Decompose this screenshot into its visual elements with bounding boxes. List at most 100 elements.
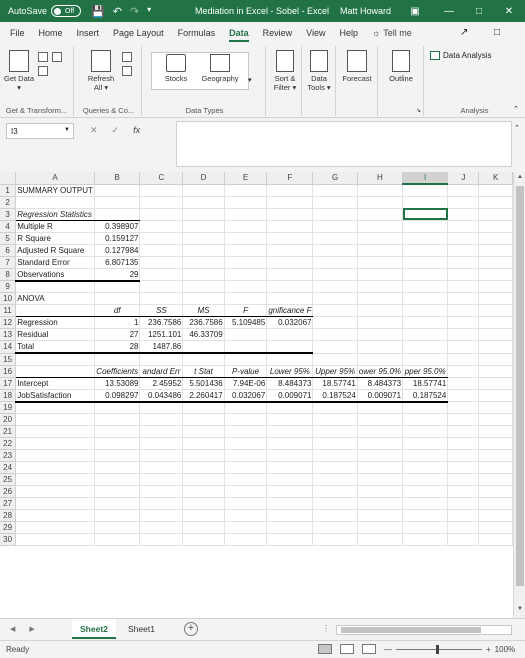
tab-file[interactable]: File bbox=[10, 25, 25, 41]
cell-g30[interactable] bbox=[312, 533, 358, 546]
cell-a7[interactable]: Standard Error bbox=[15, 256, 95, 269]
cell-a26[interactable] bbox=[15, 485, 95, 498]
cell-k28[interactable] bbox=[478, 509, 513, 522]
cell-g12[interactable] bbox=[312, 316, 358, 329]
geography-button[interactable]: Geography bbox=[198, 54, 242, 83]
cell-f6[interactable] bbox=[266, 244, 314, 257]
cell-d18[interactable]: 2.260417 bbox=[182, 389, 225, 403]
select-all-corner[interactable] bbox=[0, 172, 17, 185]
cell-f8[interactable] bbox=[266, 268, 314, 281]
row-header[interactable]: 9 bbox=[0, 280, 17, 293]
cell-b14[interactable]: 28 bbox=[94, 340, 141, 354]
cell-k2[interactable] bbox=[478, 196, 513, 209]
cell-a1[interactable]: SUMMARY OUTPUT bbox=[15, 184, 95, 197]
cell-g18[interactable]: 0.187524 bbox=[312, 389, 358, 403]
row-header[interactable]: 15 bbox=[0, 353, 17, 366]
cell-f2[interactable] bbox=[266, 196, 314, 209]
cell-d16[interactable]: t Stat bbox=[182, 365, 225, 378]
cell-d4[interactable] bbox=[182, 220, 225, 233]
cell-f11[interactable]: gnificance F bbox=[266, 304, 314, 317]
cell-h24[interactable] bbox=[357, 461, 404, 474]
cell-b8[interactable]: 29 bbox=[94, 268, 141, 282]
cell-g10[interactable] bbox=[312, 292, 358, 305]
cell-k24[interactable] bbox=[478, 461, 513, 474]
page-layout-view-icon[interactable] bbox=[340, 644, 354, 654]
cell-j1[interactable] bbox=[447, 184, 480, 197]
comments-icon[interactable]: □ bbox=[494, 27, 500, 38]
cell-k20[interactable] bbox=[478, 413, 513, 426]
zoom-knob[interactable] bbox=[436, 645, 439, 654]
queries-connections-icon[interactable] bbox=[122, 52, 132, 62]
cell-i25[interactable] bbox=[402, 473, 449, 486]
cell-e9[interactable] bbox=[224, 280, 268, 293]
redo-icon[interactable]: ↷ bbox=[130, 5, 139, 18]
cell-h18[interactable]: 0.009071 bbox=[357, 389, 404, 403]
cell-d24[interactable] bbox=[182, 461, 225, 474]
cell-g26[interactable] bbox=[312, 485, 358, 498]
share-icon[interactable]: ↗ bbox=[460, 27, 468, 38]
cell-f14[interactable] bbox=[266, 340, 314, 354]
cell-f23[interactable] bbox=[266, 449, 314, 462]
row-header[interactable]: 19 bbox=[0, 401, 17, 414]
scroll-down-icon[interactable]: ▼ bbox=[514, 606, 525, 616]
cell-j22[interactable] bbox=[447, 437, 480, 450]
dialog-launcher-icon[interactable]: ↘ bbox=[416, 107, 421, 114]
cell-i1[interactable] bbox=[402, 184, 449, 197]
cell-c3[interactable] bbox=[139, 208, 184, 221]
cell-i21[interactable] bbox=[402, 425, 449, 438]
cell-e20[interactable] bbox=[224, 413, 268, 426]
cell-d7[interactable] bbox=[182, 256, 225, 269]
cell-j30[interactable] bbox=[447, 533, 480, 546]
cell-a16[interactable] bbox=[15, 365, 95, 378]
data-analysis-button[interactable]: Data Analysis bbox=[430, 51, 491, 60]
cell-g5[interactable] bbox=[312, 232, 358, 245]
cell-e18[interactable]: 0.032067 bbox=[224, 389, 268, 403]
cell-d10[interactable] bbox=[182, 292, 225, 305]
undo-icon[interactable]: ↶ bbox=[113, 5, 122, 18]
cell-b12[interactable]: 1 bbox=[94, 316, 141, 329]
cell-i30[interactable] bbox=[402, 533, 449, 546]
enter-icon[interactable]: ✓ bbox=[112, 125, 120, 136]
cell-j12[interactable] bbox=[447, 316, 480, 329]
cell-i29[interactable] bbox=[402, 521, 449, 534]
row-header[interactable]: 6 bbox=[0, 244, 17, 257]
cell-k27[interactable] bbox=[478, 497, 513, 510]
cell-i3[interactable] bbox=[402, 208, 449, 221]
cell-h22[interactable] bbox=[357, 437, 404, 450]
cell-a3[interactable]: Regression Statistics bbox=[15, 208, 95, 221]
cell-i11[interactable] bbox=[402, 304, 449, 317]
data-tools-button[interactable]: Data Tools ▾ bbox=[304, 50, 334, 92]
cell-g22[interactable] bbox=[312, 437, 358, 450]
cell-d29[interactable] bbox=[182, 521, 225, 534]
row-header[interactable]: 14 bbox=[0, 340, 17, 354]
ribbon-display-icon[interactable]: ▣ bbox=[400, 0, 430, 22]
cell-a30[interactable] bbox=[15, 533, 95, 546]
cell-j26[interactable] bbox=[447, 485, 480, 498]
cell-g15[interactable] bbox=[312, 353, 358, 366]
cell-e14[interactable] bbox=[224, 340, 268, 354]
cell-b20[interactable] bbox=[94, 413, 141, 426]
cell-c4[interactable] bbox=[139, 220, 184, 233]
cell-j19[interactable] bbox=[447, 401, 480, 414]
cell-c18[interactable]: 0.043486 bbox=[139, 389, 184, 403]
sheet-tab-sheet1[interactable]: Sheet1 bbox=[120, 619, 163, 639]
cell-i27[interactable] bbox=[402, 497, 449, 510]
normal-view-icon[interactable] bbox=[318, 644, 332, 654]
cell-h7[interactable] bbox=[357, 256, 404, 269]
cell-c23[interactable] bbox=[139, 449, 184, 462]
cell-e16[interactable]: P-value bbox=[224, 365, 268, 378]
column-header-j[interactable]: J bbox=[447, 172, 480, 185]
cell-d13[interactable]: 46.33709 bbox=[182, 328, 225, 341]
cell-f4[interactable] bbox=[266, 220, 314, 233]
tab-insert[interactable]: Insert bbox=[77, 25, 100, 41]
row-header[interactable]: 10 bbox=[0, 292, 17, 305]
cell-e24[interactable] bbox=[224, 461, 268, 474]
cell-b2[interactable] bbox=[94, 196, 141, 209]
cell-h29[interactable] bbox=[357, 521, 404, 534]
cell-c12[interactable]: 236.7586 bbox=[139, 316, 184, 329]
cell-a6[interactable]: Adjusted R Square bbox=[15, 244, 95, 257]
cell-e13[interactable] bbox=[224, 328, 268, 341]
cell-c13[interactable]: 1251.101 bbox=[139, 328, 184, 341]
cell-b22[interactable] bbox=[94, 437, 141, 450]
cell-a14[interactable]: Total bbox=[15, 340, 95, 354]
